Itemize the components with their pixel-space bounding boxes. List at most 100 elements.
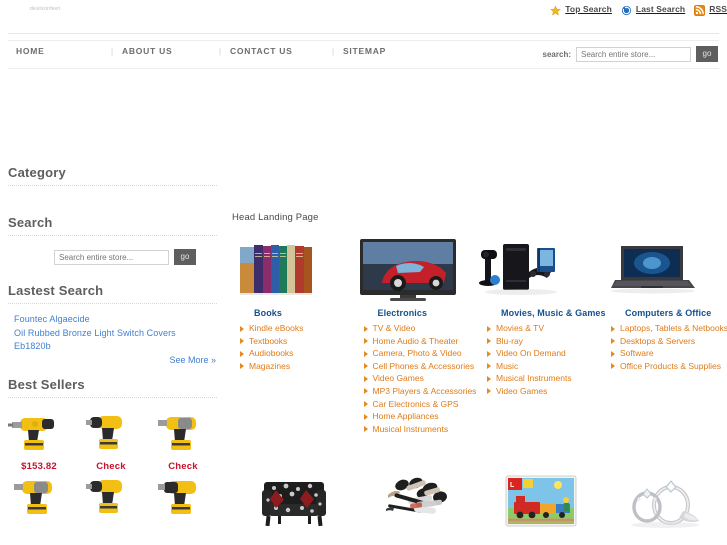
rss-link[interactable]: RSS [694,3,727,16]
rss-label: RSS [709,3,727,14]
sidebar-heading-latest-search: Lastest Search [8,283,104,298]
category-link-label: Kindle eBooks [249,323,304,333]
category-link[interactable]: Audiobooks [232,347,356,360]
category-link-label: Audiobooks [249,348,294,359]
category-link[interactable]: Software [603,347,727,360]
book-set-image [240,245,312,295]
list-item[interactable]: Check [148,408,218,472]
main-content: Head Landing Page Books Kindle eBooks Te… [232,212,727,435]
header-divider [8,33,719,34]
game-console-image [479,244,557,295]
category-link[interactable]: Office Products & Supplies [603,360,727,373]
lego-train-set-image: L [505,475,577,527]
category-link[interactable]: Musical Instruments [356,423,480,436]
header-search: search: go [543,46,718,62]
list-item[interactable]: Check [76,408,146,472]
sidebar-best-sellers-block: Best Sellers $153.82 Check Check [0,377,228,525]
list-item[interactable] [603,462,727,542]
nav-item-about-us[interactable]: ABOUT US [122,46,210,56]
category-link[interactable]: Desktops & Servers [603,335,727,348]
list-item[interactable]: Fountec Algaecide [14,313,228,327]
category-title-books: Books [254,308,283,318]
movies-thumb[interactable] [479,233,603,305]
price-label: $153.82 [21,460,57,472]
top-search-link[interactable]: Top Search [550,3,612,16]
divider [8,303,217,304]
category-columns: Books Kindle eBooks Textbooks Audiobooks… [232,233,727,435]
nav-item-contact-us[interactable]: CONTACT US [230,46,323,56]
cordless-drill-image [8,417,54,450]
category-link[interactable]: Music [479,360,603,373]
site-logo[interactable]: dealsonfeet [30,6,60,12]
arrow-right-icon [363,401,368,408]
category-link[interactable]: Cell Phones & Accessories [356,360,480,373]
price-label: Check [96,460,126,472]
cordless-drill-image [14,480,52,514]
list-item[interactable]: $153.82 [4,408,74,472]
category-link[interactable]: Musical Instruments [479,372,603,385]
rss-icon [694,3,706,16]
category-link[interactable]: Blu-ray [479,335,603,348]
sidebar-heading-search: Search [8,215,53,230]
category-link[interactable]: Laptops, Tablets & Netbooks [603,322,727,335]
cordless-drill-image [86,479,122,513]
best-sellers-grid: $153.82 Check Check [0,408,228,525]
header-search-go-button[interactable]: go [696,46,718,62]
category-title-computers: Computers & Office [625,308,712,318]
sidebar-heading-category: Category [8,165,66,180]
sidebar-search-input[interactable] [54,249,169,265]
computers-thumb[interactable] [603,233,727,305]
sidebar-search-form: go [0,249,228,265]
arrow-right-icon [363,413,368,420]
category-link[interactable]: TV & Video [356,322,480,335]
category-link-label: Desktops & Servers [620,335,696,346]
category-link[interactable]: Magazines [232,360,356,373]
list-item[interactable] [232,462,356,542]
category-link-label: Musical Instruments [496,373,572,384]
sidebar-search-block: Search go [0,215,228,265]
category-link[interactable]: Camera, Photo & Video [356,347,480,360]
category-link-label: Home Appliances [372,411,439,422]
category-link[interactable]: Video On Demand [479,347,603,360]
divider [8,396,217,398]
category-link[interactable]: Car Electronics & GPS [356,398,480,411]
makeup-brush-set-image [385,477,447,514]
category-link[interactable]: Home Audio & Theater [356,335,480,348]
arrow-right-icon [363,325,368,332]
category-title-movies: Movies, Music & Games [501,308,606,318]
category-column-electronics: Electronics TV & Video Home Audio & Thea… [356,233,480,435]
arrow-right-icon [487,325,491,332]
list-item[interactable] [148,472,218,525]
list-item[interactable]: Oil Rubbed Bronze Light Switch Covers [14,327,228,341]
books-thumb[interactable] [232,233,356,305]
category-link[interactable]: MP3 Players & Accessories [356,385,480,398]
last-search-link[interactable]: Last Search [621,3,685,16]
nav-item-home[interactable]: HOME [16,46,102,56]
category-link[interactable]: Textbooks [232,335,356,348]
category-link[interactable]: Video Games [479,385,603,398]
list-item[interactable] [4,472,74,525]
sidebar-search-go-button[interactable]: go [174,249,196,265]
category-link[interactable]: Movies & TV [479,322,603,335]
category-link[interactable]: Video Games [356,372,480,385]
arrow-right-icon [487,338,491,345]
nav-item-sitemap[interactable]: SITEMAP [343,46,386,56]
page-title: Head Landing Page [232,212,319,223]
list-item[interactable] [76,472,146,525]
see-more-link[interactable]: See More » [14,355,228,365]
category-link-label: Laptops, Tablets & Netbooks [620,323,727,333]
category-column-computers-office: Computers & Office Laptops, Tablets & Ne… [603,233,727,372]
category-link-label: Car Electronics & GPS [372,398,459,409]
cordless-drill-image [158,416,196,450]
category-link[interactable]: Kindle eBooks [232,322,356,335]
electronics-thumb[interactable] [356,233,480,305]
list-item[interactable]: Eb1820b [14,340,228,354]
cordless-drill-image [86,415,122,449]
arrow-right-icon [611,350,615,357]
category-link[interactable]: Home Appliances [356,410,480,423]
nav-items: HOME | ABOUT US | CONTACT US | SITEMAP [16,46,386,56]
list-item[interactable] [356,462,480,542]
list-item[interactable]: L [480,462,604,542]
category-link-label: Software [620,348,654,359]
header-search-input[interactable] [576,46,691,62]
